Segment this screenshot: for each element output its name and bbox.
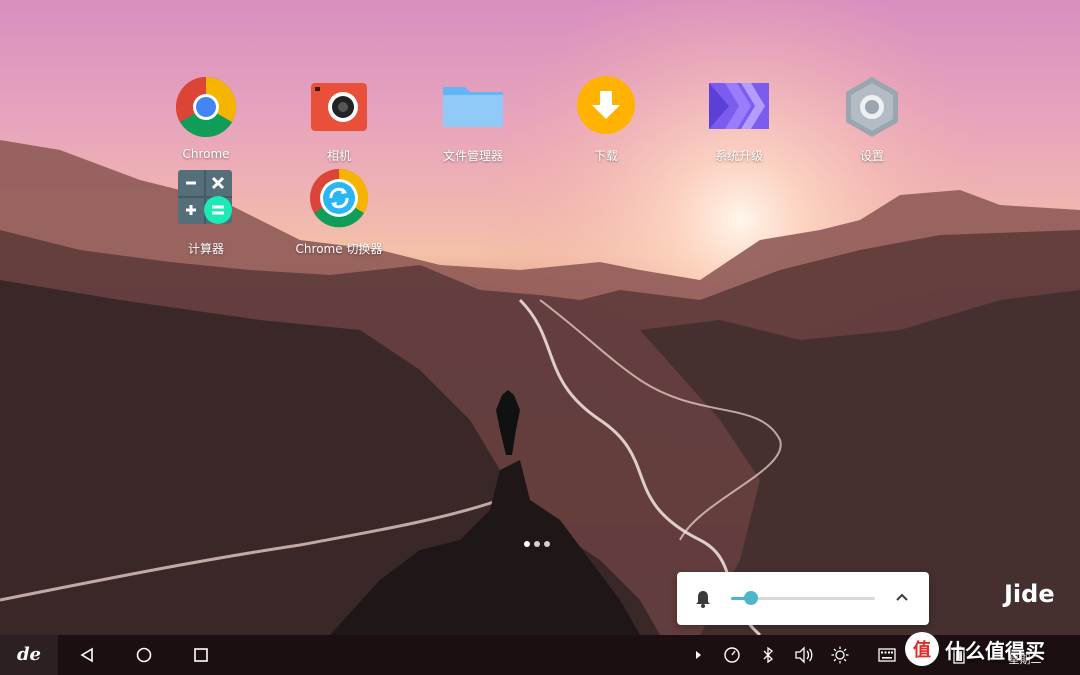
app-label: Chrome	[182, 147, 230, 161]
recents-icon	[194, 648, 208, 662]
volume-icon	[795, 646, 813, 664]
keyboard-icon	[878, 648, 896, 662]
app-system-upgrade[interactable]: 系统升级	[684, 75, 794, 164]
expand-tray-icon	[696, 651, 701, 659]
volume-slider-thumb[interactable]	[744, 591, 759, 605]
app-camera[interactable]: 相机	[284, 75, 394, 164]
app-download[interactable]: 下载	[551, 75, 661, 164]
app-label: 计算器	[187, 242, 224, 256]
system-upgrade-icon	[709, 83, 769, 129]
app-label: 文件管理器	[442, 149, 503, 163]
page-indicator[interactable]	[524, 541, 550, 547]
chrome-icon	[175, 76, 237, 138]
app-label: 相机	[326, 149, 351, 163]
download-icon	[577, 76, 635, 134]
app-label: 系统升级	[714, 149, 763, 163]
home-icon	[136, 647, 152, 663]
brand-watermark-text: 什么值得买	[945, 638, 1045, 663]
settings-icon	[846, 77, 898, 137]
expand-tray-button[interactable]	[688, 635, 708, 675]
app-label: Chrome 切换器	[295, 242, 383, 256]
calculator-icon	[178, 170, 232, 224]
desktop-wallpaper: Chrome 相机 文件管理器 下载 系统升级 设置 计算器 Chrome 切换…	[0, 0, 1080, 635]
app-file-manager[interactable]: 文件管理器	[418, 75, 528, 164]
volume-button[interactable]	[792, 635, 816, 675]
jide-watermark: Jide	[1004, 580, 1055, 608]
app-settings[interactable]: 设置	[817, 75, 927, 164]
bluetooth-icon	[763, 646, 773, 664]
recents-button[interactable]	[186, 635, 216, 675]
brightness-button[interactable]	[828, 635, 852, 675]
speedometer-icon	[724, 647, 740, 663]
page-dot[interactable]	[524, 541, 530, 547]
brand-logo-icon: 值	[905, 632, 939, 666]
brand-watermark: 值 什么值得买	[905, 632, 1045, 666]
app-calculator[interactable]: 计算器	[151, 168, 261, 257]
camera-icon	[311, 83, 367, 131]
chrome-switcher-icon	[310, 168, 369, 228]
app-chrome-switcher[interactable]: Chrome 切换器	[284, 168, 394, 257]
app-chrome[interactable]: Chrome	[151, 75, 261, 161]
back-button[interactable]	[72, 635, 102, 675]
bluetooth-button[interactable]	[756, 635, 780, 675]
volume-popup	[677, 572, 929, 625]
app-label: 下载	[593, 149, 618, 163]
page-dot[interactable]	[544, 541, 550, 547]
app-label: 设置	[859, 149, 884, 163]
volume-slider[interactable]	[731, 591, 875, 605]
folder-icon	[443, 87, 503, 127]
speedometer-button[interactable]	[720, 635, 744, 675]
start-button[interactable]: de	[0, 635, 58, 675]
home-button[interactable]	[129, 635, 159, 675]
keyboard-button[interactable]	[874, 635, 900, 675]
bell-icon	[696, 591, 710, 608]
chevron-up-icon[interactable]	[895, 592, 909, 602]
back-icon	[80, 647, 93, 663]
page-dot[interactable]	[534, 541, 540, 547]
brightness-icon	[831, 646, 849, 664]
